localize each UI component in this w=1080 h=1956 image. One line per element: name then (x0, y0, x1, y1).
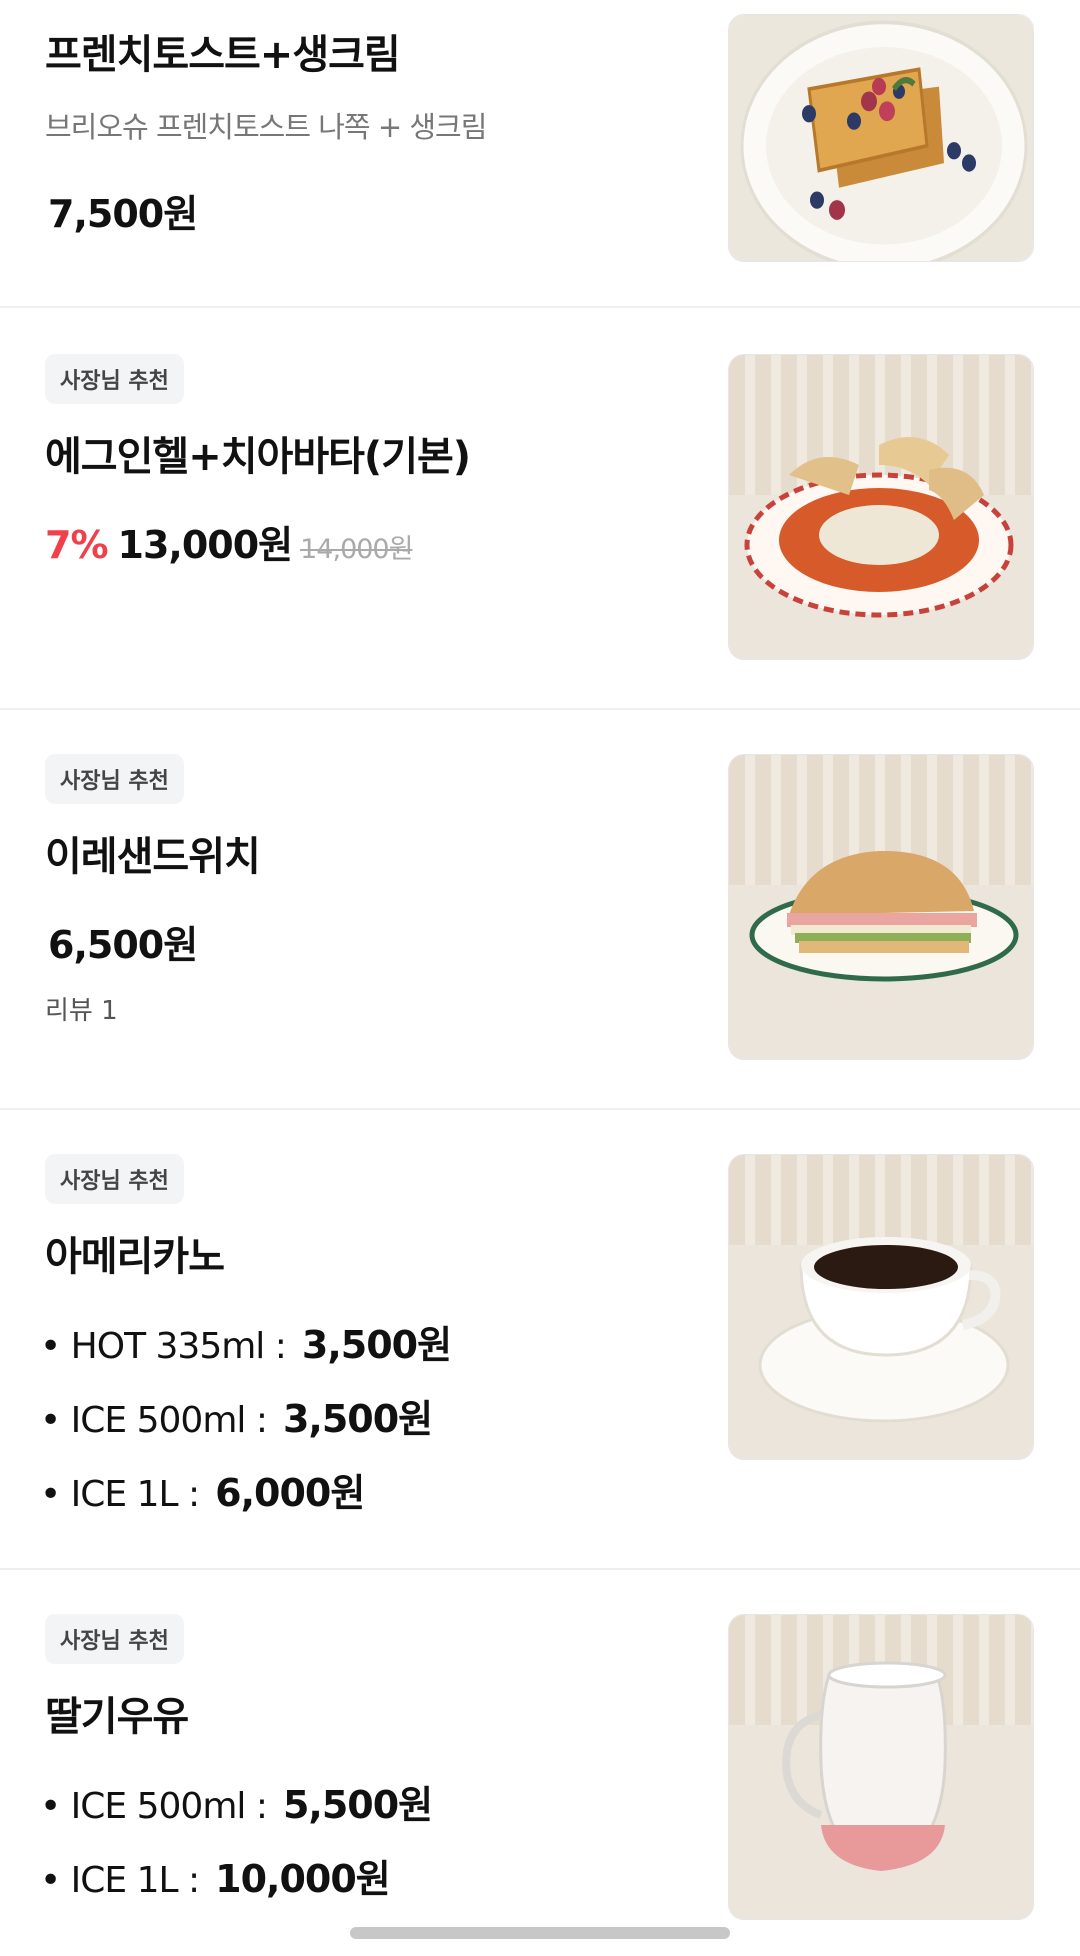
item-name: 이레샌드위치 (45, 834, 261, 880)
menu-item-sandwich[interactable]: 사장님 추천 이레샌드위치 6,500원 리뷰 1 (0, 710, 1080, 1108)
recommended-badge: 사장님 추천 (45, 1154, 184, 1204)
item-price: 13,000원 (117, 523, 294, 567)
item-name: 딸기우유 (45, 1694, 189, 1740)
option-label: • ICE 500ml : (40, 1400, 268, 1441)
discount-rate: 7% (45, 523, 109, 567)
option-label: • ICE 1L : (40, 1474, 200, 1515)
menu-item-french-toast[interactable]: 프렌치토스트+생크림 브리오슈 프렌치토스트 나쪽 + 생크림 7,500원 (0, 0, 1080, 306)
recommended-badge: 사장님 추천 (45, 1614, 184, 1664)
option-row: • ICE 1L : 10,000원 (40, 1848, 391, 1903)
option-label: • HOT 335ml : (40, 1326, 287, 1367)
menu-item-egg-in-hell[interactable]: 사장님 추천 에그인헬+치아바타(기본) 7% 13,000원 14,000원 (0, 308, 1080, 708)
item-name: 에그인헬+치아바타(기본) (45, 434, 471, 480)
option-row: • ICE 500ml : 5,500원 (40, 1774, 433, 1829)
recommended-badge: 사장님 추천 (45, 754, 184, 804)
option-price: 6,000원 (215, 1471, 365, 1515)
option-price: 5,500원 (282, 1783, 433, 1827)
price-row: 7% 13,000원 14,000원 (45, 514, 413, 569)
option-label: • ICE 500ml : (40, 1786, 268, 1827)
americano-photo[interactable] (728, 1154, 1034, 1460)
option-label: • ICE 1L : (40, 1860, 200, 1901)
option-price: 3,500원 (282, 1397, 433, 1441)
option-price: 3,500원 (301, 1323, 452, 1367)
original-price: 14,000원 (300, 534, 413, 565)
french-toast-photo[interactable] (728, 14, 1034, 262)
strawberry-milk-photo[interactable] (728, 1614, 1034, 1920)
item-description: 브리오슈 프렌치토스트 나쪽 + 생크림 (45, 110, 487, 144)
home-indicator[interactable] (350, 1927, 730, 1939)
option-row: • HOT 335ml : 3,500원 (40, 1314, 452, 1369)
item-price: 7,500원 (48, 192, 198, 236)
price-row: 7,500원 (48, 183, 198, 238)
sandwich-photo[interactable] (728, 754, 1034, 1060)
item-name: 아메리카노 (45, 1234, 225, 1280)
menu-item-strawberry-milk[interactable]: 사장님 추천 딸기우유 • ICE 500ml : 5,500원 • ICE 1… (0, 1570, 1080, 1956)
option-row: • ICE 500ml : 3,500원 (40, 1388, 433, 1443)
option-price: 10,000원 (215, 1857, 391, 1901)
egg-in-hell-photo[interactable] (728, 354, 1034, 660)
menu-list: 프렌치토스트+생크림 브리오슈 프렌치토스트 나쪽 + 생크림 7,500원 사… (0, 0, 1080, 1956)
item-name: 프렌치토스트+생크림 (45, 32, 401, 78)
price-row: 6,500원 (48, 914, 198, 969)
recommended-badge: 사장님 추천 (45, 354, 184, 404)
item-price: 6,500원 (48, 923, 198, 967)
review-count[interactable]: 리뷰 1 (45, 990, 118, 1027)
menu-item-americano[interactable]: 사장님 추천 아메리카노 • HOT 335ml : 3,500원 • ICE … (0, 1110, 1080, 1568)
option-row: • ICE 1L : 6,000원 (40, 1462, 365, 1517)
